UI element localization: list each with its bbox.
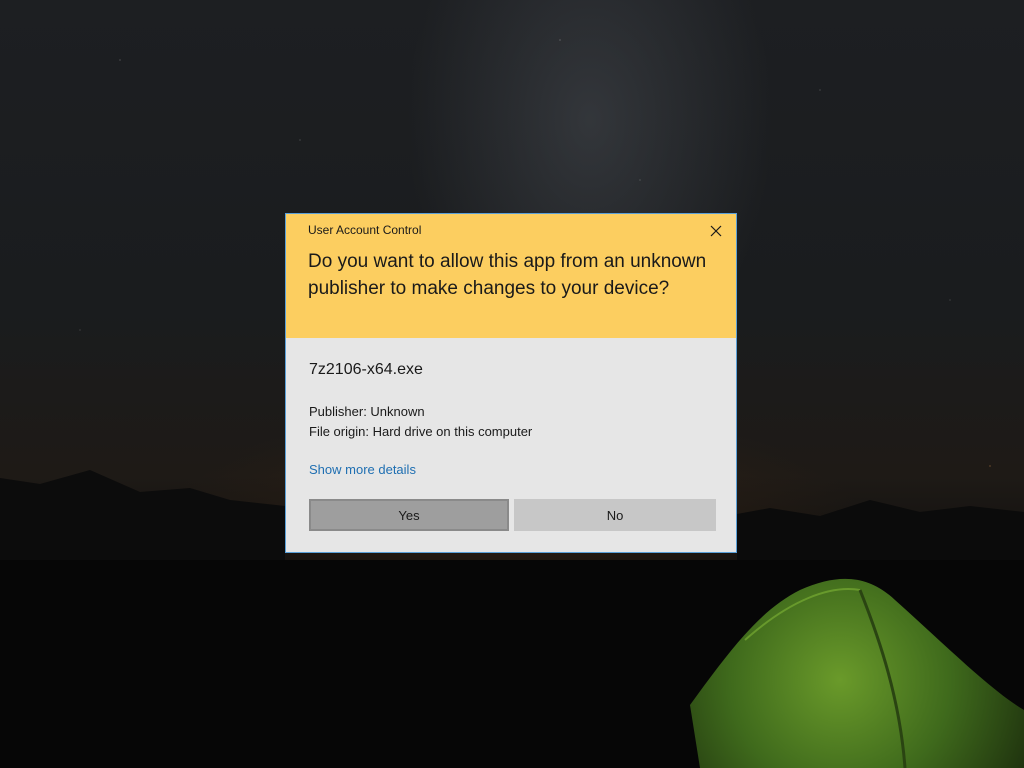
uac-header: User Account Control Do you want to allo… [286, 214, 736, 338]
publisher-label: Publisher: Unknown [309, 404, 425, 419]
uac-question: Do you want to allow this app from an un… [308, 251, 707, 299]
dialog-title: User Account Control [308, 223, 422, 237]
no-button[interactable]: No [514, 499, 716, 531]
uac-dialog: User Account Control Do you want to allo… [285, 213, 737, 553]
close-button[interactable] [704, 220, 728, 242]
yes-button[interactable]: Yes [309, 499, 509, 531]
close-icon [710, 225, 722, 237]
show-more-details-link[interactable]: Show more details [309, 462, 416, 477]
app-name: 7z2106-x64.exe [309, 361, 423, 378]
file-origin-label: File origin: Hard drive on this computer [309, 424, 533, 439]
